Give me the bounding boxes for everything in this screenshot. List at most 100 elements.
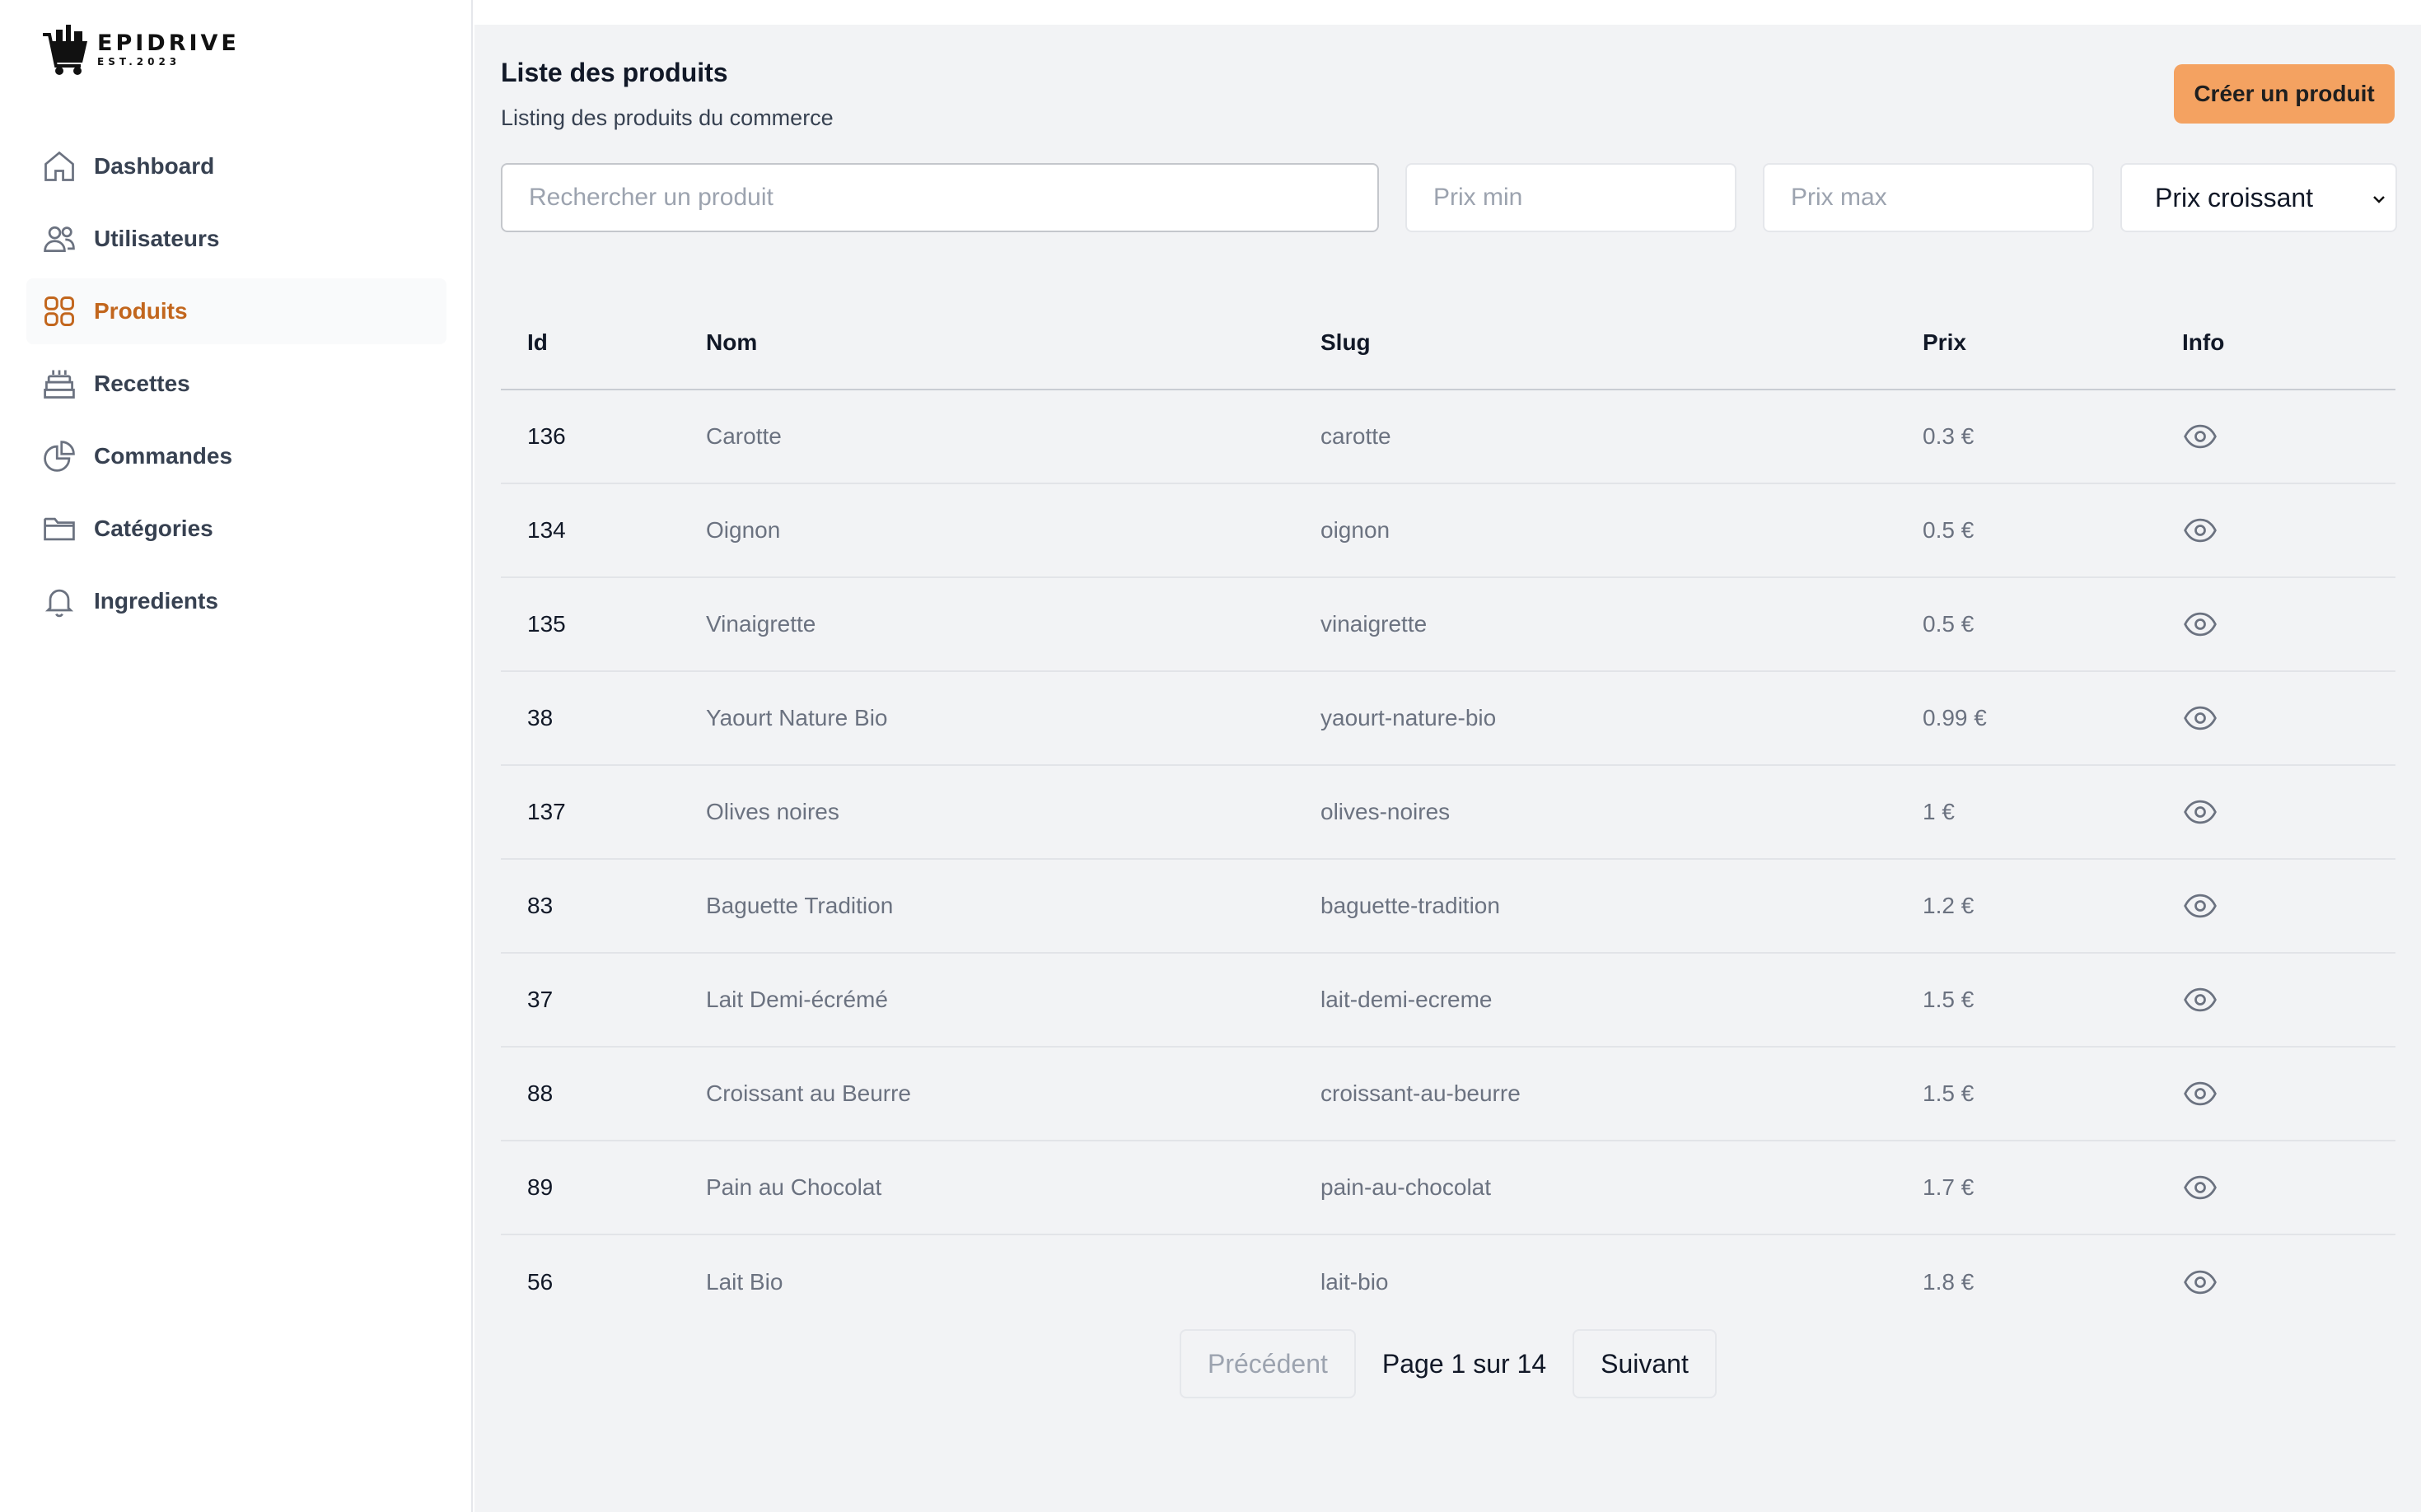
cell-price: 1.7 € bbox=[1923, 1174, 1975, 1200]
cell-slug: vinaigrette bbox=[1320, 611, 1428, 637]
col-header-slug: Slug bbox=[1320, 329, 1371, 355]
search-input[interactable] bbox=[501, 163, 1379, 232]
eye-icon[interactable] bbox=[2182, 700, 2218, 736]
cell-info bbox=[2182, 982, 2395, 1018]
cell-slug: olives-noires bbox=[1320, 799, 1451, 824]
table-row: 38 Yaourt Nature Bio yaourt-nature-bio 0.99… bbox=[501, 672, 2395, 766]
cell-name: Lait Bio bbox=[706, 1269, 783, 1295]
cell-name: Baguette Tradition bbox=[706, 893, 894, 918]
eye-icon[interactable] bbox=[2182, 794, 2218, 830]
create-product-button[interactable]: Créer un produit bbox=[2174, 64, 2395, 124]
cell-price: 1.5 € bbox=[1923, 987, 1975, 1012]
cell-slug: baguette-tradition bbox=[1320, 893, 1500, 918]
eye-icon[interactable] bbox=[2182, 512, 2218, 548]
cell-slug: lait-demi-ecreme bbox=[1320, 987, 1493, 1012]
cell-info bbox=[2182, 794, 2395, 830]
cell-price: 0.5 € bbox=[1923, 611, 1975, 637]
shopping-cart-logo-icon bbox=[43, 25, 87, 75]
next-page-button[interactable]: Suivant bbox=[1573, 1329, 1717, 1398]
cell-id: 56 bbox=[527, 1269, 554, 1295]
table-row: 134 Oignon oignon 0.5 € bbox=[501, 484, 2395, 578]
col-header-name: Nom bbox=[706, 329, 758, 355]
brand-est: EST.2023 bbox=[97, 56, 181, 68]
cell-info bbox=[2182, 606, 2395, 642]
table-row: 137 Olives noires olives-noires 1 € bbox=[501, 766, 2395, 860]
table-row: 89 Pain au Chocolat pain-au-chocolat 1.7 € bbox=[501, 1141, 2395, 1235]
cell-slug: pain-au-chocolat bbox=[1320, 1174, 1492, 1200]
eye-icon[interactable] bbox=[2182, 982, 2218, 1018]
eye-icon[interactable] bbox=[2182, 1076, 2218, 1112]
cell-id: 88 bbox=[527, 1080, 554, 1106]
sidebar-item-categories[interactable]: Catégories bbox=[26, 496, 446, 562]
sidebar-item-label: Catégories bbox=[94, 516, 213, 541]
sidebar-item-commandes[interactable]: Commandes bbox=[26, 423, 446, 489]
eye-icon[interactable] bbox=[2182, 1264, 2218, 1300]
max-price-input[interactable] bbox=[1763, 163, 2094, 232]
table-row: 88 Croissant au Beurre croissant-au-beurre… bbox=[501, 1048, 2395, 1141]
home-icon bbox=[41, 148, 77, 184]
eye-icon[interactable] bbox=[2182, 418, 2218, 455]
col-header-id: Id bbox=[527, 329, 548, 355]
pie-chart-icon bbox=[41, 438, 77, 474]
table-row: 136 Carotte carotte 0.3 € bbox=[501, 390, 2395, 484]
sidebar-item-produits[interactable]: Produits bbox=[26, 278, 446, 344]
sort-select[interactable]: Prix croissant bbox=[2120, 163, 2397, 232]
page-subtitle: Listing des produits du commerce bbox=[501, 105, 834, 130]
table-row: 83 Baguette Tradition baguette-tradition 1.… bbox=[501, 860, 2395, 954]
min-price-input[interactable] bbox=[1405, 163, 1736, 232]
table-header: Id Nom Slug Prix Info bbox=[501, 296, 2395, 390]
sidebar-item-dashboard[interactable]: Dashboard bbox=[26, 133, 446, 199]
table-body: 136 Carotte carotte 0.3 € 134 Oignon oignon 0.5… bbox=[501, 390, 2395, 1329]
table-row: 135 Vinaigrette vinaigrette 0.5 € bbox=[501, 578, 2395, 672]
cell-id: 89 bbox=[527, 1174, 554, 1200]
table-row: 37 Lait Demi-écrémé lait-demi-ecreme 1.5 € bbox=[501, 954, 2395, 1048]
sidebar-item-label: Utilisateurs bbox=[94, 226, 220, 251]
page-title: Liste des produits bbox=[501, 58, 728, 87]
brand-name: EPIDRIVE bbox=[97, 30, 240, 56]
cell-price: 0.99 € bbox=[1923, 705, 1987, 730]
sidebar-item-ingredients[interactable]: Ingredients bbox=[26, 568, 446, 634]
col-header-info: Info bbox=[2182, 329, 2225, 355]
cell-id: 137 bbox=[527, 799, 566, 824]
eye-icon[interactable] bbox=[2182, 606, 2218, 642]
sidebar-item-utilisateurs[interactable]: Utilisateurs bbox=[26, 206, 446, 272]
table-row: 56 Lait Bio lait-bio 1.8 € bbox=[501, 1235, 2395, 1329]
sort-select-value: Prix croissant bbox=[2155, 182, 2314, 212]
cell-info bbox=[2182, 418, 2395, 455]
cell-name: Lait Demi-écrémé bbox=[706, 987, 888, 1012]
brand-logo[interactable]: EPIDRIVE EST.2023 bbox=[41, 23, 240, 76]
sidebar-item-recettes[interactable]: Recettes bbox=[26, 351, 446, 417]
page-indicator: Page 1 sur 14 bbox=[1381, 1348, 1547, 1379]
sidebar-item-label: Dashboard bbox=[94, 153, 215, 179]
cell-info bbox=[2182, 1076, 2395, 1112]
cell-slug: lait-bio bbox=[1320, 1269, 1389, 1295]
cell-slug: croissant-au-beurre bbox=[1320, 1080, 1521, 1106]
cell-price: 0.5 € bbox=[1923, 517, 1975, 543]
previous-page-button[interactable]: Précédent bbox=[1180, 1329, 1356, 1398]
eye-icon[interactable] bbox=[2182, 1169, 2218, 1206]
cell-id: 37 bbox=[527, 987, 554, 1012]
users-icon bbox=[41, 221, 77, 257]
cell-name: Croissant au Beurre bbox=[706, 1080, 912, 1106]
sidebar-item-label: Recettes bbox=[94, 371, 190, 396]
cell-info bbox=[2182, 512, 2395, 548]
cell-info bbox=[2182, 1264, 2395, 1300]
cell-price: 0.3 € bbox=[1923, 423, 1975, 449]
sidebar-item-label: Produits bbox=[94, 298, 188, 324]
sidebar: EPIDRIVE EST.2023 Dashboard Utilisateurs… bbox=[0, 0, 473, 1512]
cell-name: Vinaigrette bbox=[706, 611, 816, 637]
folder-icon bbox=[41, 511, 77, 547]
cell-name: Olives noires bbox=[706, 799, 839, 824]
pagination: Précédent Page 1 sur 14 Suivant bbox=[1180, 1329, 1717, 1398]
eye-icon[interactable] bbox=[2182, 888, 2218, 924]
cell-price: 1 € bbox=[1923, 799, 1955, 824]
cell-slug: yaourt-nature-bio bbox=[1320, 705, 1497, 730]
cell-slug: carotte bbox=[1320, 423, 1391, 449]
filters-bar: Prix croissant bbox=[501, 163, 2397, 232]
cell-id: 136 bbox=[527, 423, 566, 449]
main-content: Liste des produits Listing des produits … bbox=[474, 25, 2421, 1512]
cell-price: 1.8 € bbox=[1923, 1269, 1975, 1295]
grid-icon bbox=[41, 293, 77, 329]
products-table: Id Nom Slug Prix Info 136 Carotte carotte 0… bbox=[501, 296, 2395, 1329]
cell-id: 134 bbox=[527, 517, 566, 543]
